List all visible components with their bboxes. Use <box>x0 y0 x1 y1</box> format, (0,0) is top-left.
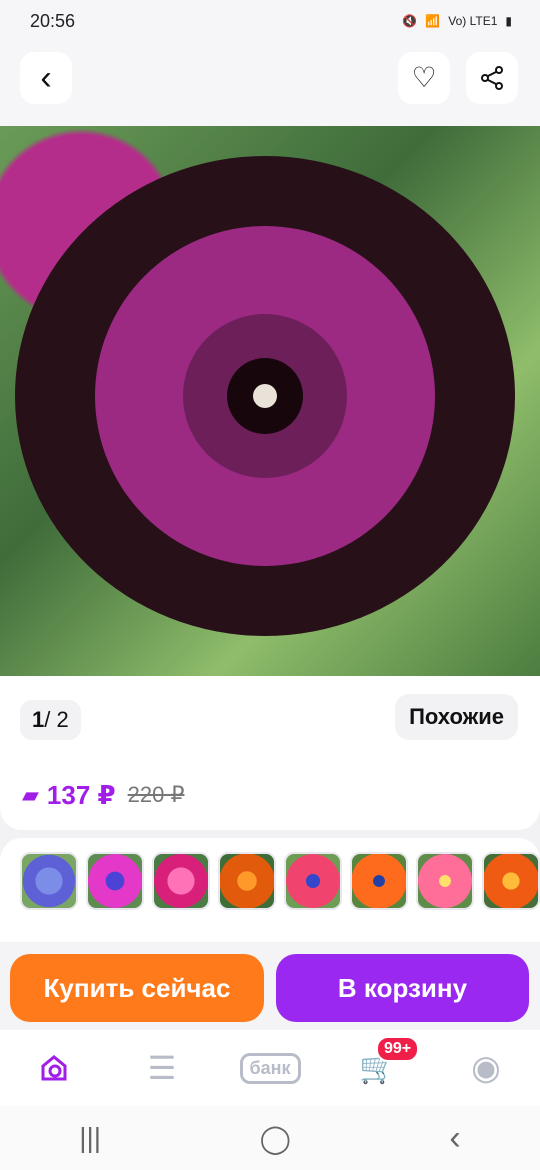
variant-thumbnail[interactable] <box>350 852 408 910</box>
variant-thumbnail[interactable] <box>416 852 474 910</box>
menu-icon: ☰ <box>147 1050 177 1086</box>
buy-now-button[interactable]: Купить сейчас <box>10 954 264 1022</box>
catalog-tab[interactable]: ☰ <box>132 1038 192 1098</box>
mute-icon: 🔇 <box>402 14 418 28</box>
total-pages: / 2 <box>44 707 69 732</box>
variant-selector <box>0 838 540 942</box>
recent-apps-icon[interactable]: ||| <box>79 1122 101 1154</box>
wallet-icon: ▰ <box>22 782 39 807</box>
top-bar: ‹ ♡ <box>0 42 540 126</box>
chevron-left-icon: ‹ <box>40 59 52 97</box>
bank-label: банк <box>239 1052 301 1084</box>
bank-tab[interactable]: банк <box>239 1038 301 1098</box>
price-section: ▰ 137 ₽ 220 ₽ <box>0 760 540 830</box>
bottom-navigation: ☰ банк 🛒 99+ ◉ <box>0 1030 540 1106</box>
cart-badge: 99+ <box>376 1036 420 1062</box>
petunia-photo <box>15 156 515 636</box>
variant-thumbnail[interactable] <box>86 852 144 910</box>
old-price: 220 ₽ <box>127 782 185 807</box>
network-label: Vo) LTE1 <box>448 14 498 28</box>
back-button[interactable]: ‹ <box>20 52 72 104</box>
variant-thumbnail[interactable] <box>482 852 540 910</box>
home-icon[interactable]: ◯ <box>260 1122 291 1155</box>
heart-icon: ♡ <box>411 62 437 93</box>
profile-tab[interactable]: ◉ <box>456 1038 516 1098</box>
add-to-cart-button[interactable]: В корзину <box>276 954 529 1022</box>
back-icon[interactable]: ‹ <box>449 1119 460 1158</box>
variant-thumbnail[interactable] <box>152 852 210 910</box>
product-image-gallery[interactable] <box>0 126 540 676</box>
favorite-button[interactable]: ♡ <box>398 52 450 104</box>
status-bar: 20:56 🔇 📶 Vo) LTE1 ▮ <box>0 0 540 42</box>
current-page: 1 <box>32 707 45 732</box>
home-search-icon <box>41 1055 67 1081</box>
home-tab[interactable] <box>24 1038 84 1098</box>
share-icon <box>481 66 503 90</box>
similar-button[interactable]: Похожие <box>395 694 518 740</box>
variant-thumbnails <box>20 852 540 910</box>
cart-tab[interactable]: 🛒 99+ <box>348 1036 420 1098</box>
battery-icon: ▮ <box>505 14 512 28</box>
status-icons: 🔇 📶 Vo) LTE1 ▮ <box>402 14 512 28</box>
wifi-icon: 📶 <box>425 14 441 28</box>
variant-thumbnail[interactable] <box>20 852 78 910</box>
image-pager: 1 / 2 <box>20 700 81 740</box>
variant-thumbnail[interactable] <box>284 852 342 910</box>
status-time: 20:56 <box>30 10 76 31</box>
share-button[interactable] <box>466 52 518 104</box>
action-buttons: Купить сейчас В корзину <box>0 942 540 1030</box>
system-navigation: ||| ◯ ‹ <box>0 1106 540 1170</box>
profile-icon: ◉ <box>471 1049 501 1087</box>
variant-thumbnail[interactable] <box>218 852 276 910</box>
current-price: 137 ₽ <box>46 779 116 810</box>
